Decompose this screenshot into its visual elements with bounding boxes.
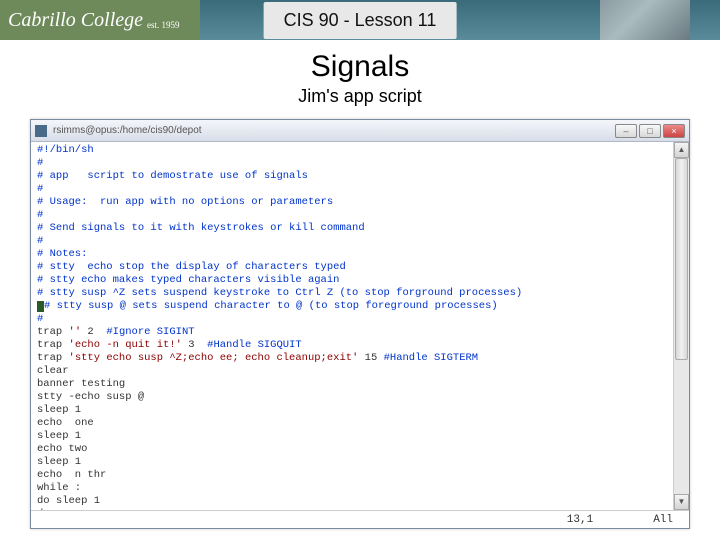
code-line: do sleep 1 <box>37 495 667 508</box>
close-button[interactable]: × <box>663 124 685 138</box>
code-line: # Notes: <box>37 248 667 261</box>
scroll-down-button[interactable]: ▼ <box>674 494 689 510</box>
code-line: # Send signals to it with keystrokes or … <box>37 222 667 235</box>
logo-year: est. 1959 <box>147 20 180 30</box>
code-line: # app script to demostrate use of signal… <box>37 170 667 183</box>
code-line: # <box>37 183 667 196</box>
scroll-indicator: All <box>653 514 673 526</box>
scroll-thumb[interactable] <box>675 158 688 360</box>
code-line: sleep 1 <box>37 456 667 469</box>
code-area[interactable]: #!/bin/sh## app script to demostrate use… <box>31 142 673 510</box>
code-line: clear <box>37 365 667 378</box>
code-line: # stty susp ^Z sets suspend keystroke to… <box>37 287 667 300</box>
code-line: # stty susp @ sets suspend character to … <box>37 300 667 313</box>
header-photo <box>600 0 690 40</box>
code-line: while : <box>37 482 667 495</box>
logo-text: Cabrillo College <box>8 9 143 32</box>
terminal-window: rsimms@opus:/home/cis90/depot – □ × #!/b… <box>30 119 690 529</box>
window-path: rsimms@opus:/home/cis90/depot <box>53 125 615 136</box>
window-controls: – □ × <box>615 124 685 138</box>
code-line: trap 'stty echo susp ^Z;echo ee; echo cl… <box>37 352 667 365</box>
code-line: sleep 1 <box>37 404 667 417</box>
app-header: Cabrillo College est. 1959 CIS 90 - Less… <box>0 0 720 40</box>
code-line: # <box>37 313 667 326</box>
code-line: echo n thr <box>37 469 667 482</box>
terminal-icon <box>35 125 47 137</box>
page-title: Signals <box>0 50 720 84</box>
vim-statusbar: 13,1 All <box>31 510 689 528</box>
cursor-position: 13,1 <box>567 514 593 526</box>
vertical-scrollbar[interactable]: ▲ ▼ <box>673 142 689 510</box>
slide-titles: Signals Jim's app script <box>0 50 720 107</box>
code-line: # <box>37 157 667 170</box>
code-line: # stty echo makes typed characters visib… <box>37 274 667 287</box>
page-subtitle: Jim's app script <box>0 86 720 107</box>
code-line: done <box>37 508 667 510</box>
lesson-title: CIS 90 - Lesson 11 <box>264 2 457 39</box>
code-line: # stty echo stop the display of characte… <box>37 261 667 274</box>
code-line: trap 'echo -n quit it!' 3 #Handle SIGQUI… <box>37 339 667 352</box>
code-line: # Usage: run app with no options or para… <box>37 196 667 209</box>
window-titlebar[interactable]: rsimms@opus:/home/cis90/depot – □ × <box>31 120 689 142</box>
code-line: echo two <box>37 443 667 456</box>
scroll-track[interactable] <box>674 158 689 494</box>
code-line: # <box>37 235 667 248</box>
scroll-up-button[interactable]: ▲ <box>674 142 689 158</box>
minimize-button[interactable]: – <box>615 124 637 138</box>
terminal-body: #!/bin/sh## app script to demostrate use… <box>31 142 689 510</box>
code-line: echo one <box>37 417 667 430</box>
code-line: # <box>37 209 667 222</box>
maximize-button[interactable]: □ <box>639 124 661 138</box>
college-logo: Cabrillo College est. 1959 <box>0 0 200 40</box>
code-line: sleep 1 <box>37 430 667 443</box>
code-line: banner testing <box>37 378 667 391</box>
code-line: #!/bin/sh <box>37 144 667 157</box>
code-line: stty -echo susp @ <box>37 391 667 404</box>
code-line: trap '' 2 #Ignore SIGINT <box>37 326 667 339</box>
